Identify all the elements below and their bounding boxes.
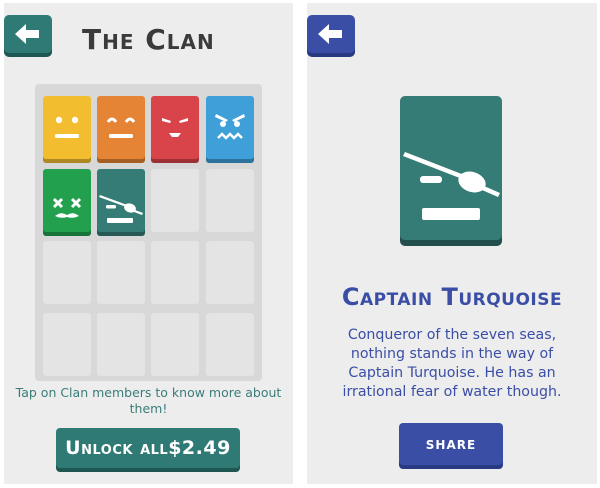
clan-member-card[interactable] <box>206 96 254 159</box>
locked-slot <box>97 313 145 376</box>
eyepatch-face-icon <box>99 195 143 223</box>
unlock-button-label[interactable]: Unlock all$2.49 <box>56 428 240 468</box>
clan-screen: The Clan Tap on Clan members to know mor… <box>4 3 293 484</box>
neutral-face-icon <box>55 116 79 138</box>
share-button-label[interactable]: share <box>399 423 503 465</box>
angry-face-icon <box>215 114 245 140</box>
character-card <box>400 96 502 246</box>
clan-member-blue-member[interactable] <box>206 96 254 163</box>
clan-grid <box>35 84 262 381</box>
clan-member-card[interactable] <box>97 96 145 159</box>
character-card-face <box>400 96 502 240</box>
back-button[interactable] <box>307 15 355 57</box>
page-title: The Clan <box>82 23 215 56</box>
clan-member-card[interactable] <box>43 169 91 232</box>
arrow-left-icon <box>318 24 342 44</box>
locked-slot <box>43 241 91 304</box>
hint-text: Tap on Clan members to know more about t… <box>15 385 282 416</box>
locked-slot <box>151 169 199 232</box>
share-button[interactable]: share <box>399 423 503 469</box>
locked-slot <box>206 241 254 304</box>
happy-face-icon <box>106 117 136 138</box>
clan-member-teal-member[interactable] <box>97 169 145 236</box>
clan-member-card[interactable] <box>43 96 91 159</box>
locked-slot <box>206 313 254 376</box>
member-detail-screen: Captain Turquoise Conqueror of the seven… <box>307 3 597 484</box>
back-button-face[interactable] <box>307 15 355 53</box>
clan-member-yellow-member[interactable] <box>43 96 91 163</box>
locked-slot <box>151 313 199 376</box>
arrow-left-icon <box>15 24 39 44</box>
clan-member-orange-member[interactable] <box>97 96 145 163</box>
character-description: Conqueror of the seven seas, nothing sta… <box>342 327 562 400</box>
clan-member-red-member[interactable] <box>151 96 199 163</box>
locked-slot <box>151 241 199 304</box>
locked-slot <box>43 313 91 376</box>
mustache-x-eyes-face-icon <box>52 197 82 218</box>
eyepatch-face-icon <box>403 152 500 220</box>
clan-member-card[interactable] <box>97 169 145 232</box>
locked-slot <box>97 241 145 304</box>
smug-face-icon <box>162 118 188 137</box>
clan-member-card[interactable] <box>151 96 199 159</box>
back-button[interactable] <box>4 15 52 57</box>
unlock-all-button[interactable]: Unlock all$2.49 <box>56 428 240 472</box>
locked-slot <box>206 169 254 232</box>
clan-member-green-member[interactable] <box>43 169 91 236</box>
character-name: Captain Turquoise <box>341 283 563 311</box>
back-button-face[interactable] <box>4 15 52 53</box>
